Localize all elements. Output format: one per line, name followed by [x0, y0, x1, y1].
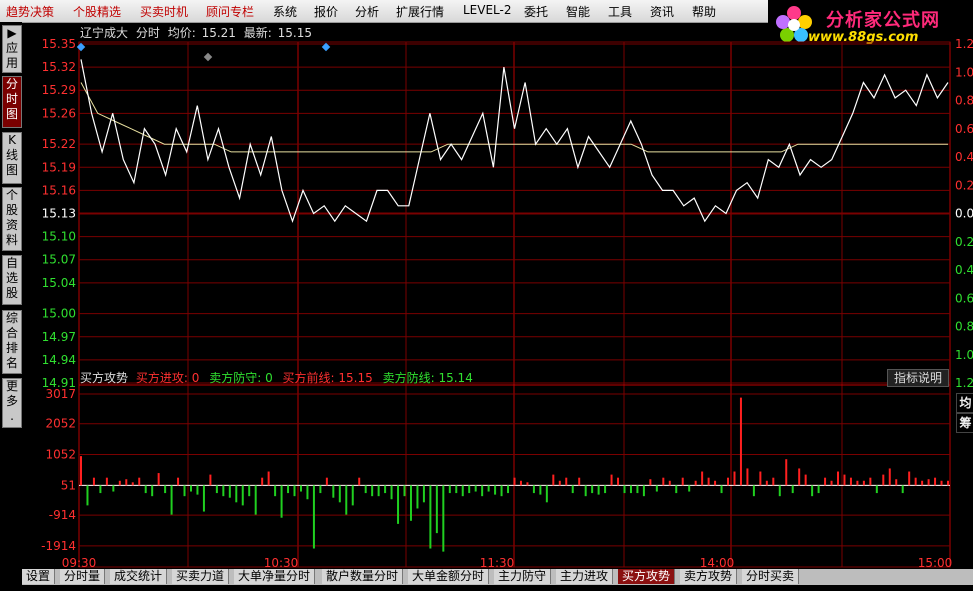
indicator-item-label: 卖方防线:	[383, 370, 435, 385]
y-axis-labels: 15.35 15.32 15.29 15.26 15.22 15.19 15.16 15.13…	[41, 37, 973, 553]
bottom-tab[interactable]: 设置	[22, 569, 56, 584]
bottom-tab[interactable]: 分时买卖	[742, 569, 800, 584]
x-tick-label: 15:00	[918, 556, 953, 569]
y-tick-label-right: 0.2	[955, 178, 973, 192]
y-tick-label-right: 0.8	[955, 320, 973, 334]
menu-item[interactable]: 趋势决策	[6, 3, 54, 20]
chart-header: 辽宁成大 分时 均价: 15.21 最新: 15.15	[80, 25, 312, 40]
y-tick-label-right: 0.8	[955, 94, 973, 108]
y-tick-label-right: 1.0	[955, 65, 973, 79]
y-tick-label-right: 0.4	[955, 263, 973, 277]
y-tick-label: 15.13	[42, 207, 76, 221]
bottom-tab[interactable]: 主力防守	[494, 569, 552, 584]
indicator-item-label: 买方进攻:	[136, 370, 188, 385]
menu-item[interactable]: LEVEL-2	[463, 3, 512, 17]
menu-item[interactable]: 报价	[314, 3, 338, 20]
menu-item[interactable]: 委托	[524, 3, 548, 20]
indicator-item-label: 卖方防守:	[209, 370, 261, 385]
y-tick-label: 15.35	[42, 37, 76, 51]
event-marker-icon	[203, 52, 213, 62]
view-name: 分时	[136, 26, 160, 40]
last-value: 15.15	[278, 26, 312, 40]
avg-toggle-button[interactable]: 均	[956, 393, 973, 413]
indicator-item-value: 15.15	[338, 371, 372, 385]
bottom-tab[interactable]: 大单净量分时	[234, 569, 316, 584]
last-label: 最新:	[244, 25, 272, 40]
volume-tick-label: 51	[61, 478, 76, 492]
indicator-header: 买方攻势 买方进攻: 0 卖方防守: 0 买方前线: 15.15 卖方防线: 1…	[80, 370, 473, 385]
y-tick-label: 14.97	[42, 330, 76, 344]
y-tick-label-right: 0.6	[955, 291, 973, 305]
y-tick-label: 15.19	[42, 160, 76, 174]
x-tick-label: 10:30	[264, 556, 299, 569]
chips-toggle-button[interactable]: 筹	[956, 413, 973, 433]
y-tick-label-right: 1.0	[955, 348, 973, 362]
y-tick-label: 15.29	[42, 83, 76, 97]
y-tick-label: 15.04	[42, 276, 76, 290]
volume-tick-label: 3017	[45, 387, 76, 401]
menu-item[interactable]: 资讯	[650, 3, 674, 20]
y-tick-label: 15.32	[42, 60, 76, 74]
y-tick-label: 15.26	[42, 106, 76, 120]
bottom-tab[interactable]: 买方攻势	[618, 569, 676, 584]
menu-item[interactable]: 个股精选	[73, 3, 121, 20]
y-tick-label-right: 0.2	[955, 235, 973, 249]
menu-item[interactable]: 买卖时机	[140, 3, 188, 20]
menu-item[interactable]: 系统	[273, 3, 297, 20]
bottom-tab[interactable]: 卖方攻势	[680, 569, 738, 584]
x-tick-label: 09:30	[62, 556, 97, 569]
volume-tick-label: -914	[49, 508, 76, 522]
y-tick-label: 14.94	[42, 353, 76, 367]
y-tick-label: 15.22	[42, 137, 76, 151]
bottom-tab[interactable]: 大单金额分时	[408, 569, 490, 584]
y-tick-label-right: 1.2	[955, 376, 973, 390]
x-tick-label: 14:00	[700, 556, 735, 569]
indicator-name: 买方攻势	[80, 370, 128, 385]
bottom-tab[interactable]: 买卖力道	[172, 569, 230, 584]
bottom-tab[interactable]: 主力进攻	[556, 569, 614, 584]
indicator-item-value: 15.14	[438, 371, 472, 385]
y-tick-label: 15.07	[42, 253, 76, 267]
chart-area[interactable]: 15.35 15.32 15.29 15.26 15.22 15.19 15.16 15.13…	[0, 22, 973, 569]
indicator-item-value: 0	[192, 371, 200, 385]
indicator-item-value: 0	[265, 371, 273, 385]
indicator-item-label: 买方前线:	[283, 370, 335, 385]
y-tick-label: 15.00	[42, 307, 76, 321]
volume-tick-label: 1052	[45, 448, 76, 462]
volume-tick-label: 2052	[45, 417, 76, 431]
y-tick-label-right: 0.6	[955, 122, 973, 136]
menu-item[interactable]: 分析	[355, 3, 379, 20]
y-tick-label-right: 0.4	[955, 150, 973, 164]
bottom-tab[interactable]: 散户数量分时	[322, 569, 404, 584]
indicator-help-button[interactable]: 指标说明	[887, 369, 949, 387]
x-tick-label: 11:30	[480, 556, 515, 569]
menu-item[interactable]: 扩展行情	[396, 3, 444, 20]
bottom-tab[interactable]: 分时量	[60, 569, 106, 584]
volume-tick-label: -1914	[41, 539, 76, 553]
y-tick-label-right: 0.00	[955, 207, 973, 221]
y-tick-label-right: 1.2	[955, 37, 973, 51]
menu-item[interactable]: 帮助	[692, 3, 716, 20]
menu-item[interactable]: 工具	[608, 3, 632, 20]
menu-item[interactable]: 智能	[566, 3, 590, 20]
y-tick-label: 15.16	[42, 183, 76, 197]
avg-label: 均价:	[168, 26, 196, 40]
menu-item[interactable]: 顾问专栏	[206, 3, 254, 20]
chart-markers	[76, 42, 331, 62]
bottom-tab[interactable]: 成交统计	[110, 569, 168, 584]
stock-name: 辽宁成大	[80, 25, 128, 40]
avg-value: 15.21	[202, 26, 236, 40]
y-tick-label: 15.10	[42, 230, 76, 244]
bottom-tab-bar: 设置 分时量 成交统计 买卖力道 大单净量分时 散户数量分时 大单金额分时 主力…	[22, 569, 973, 585]
